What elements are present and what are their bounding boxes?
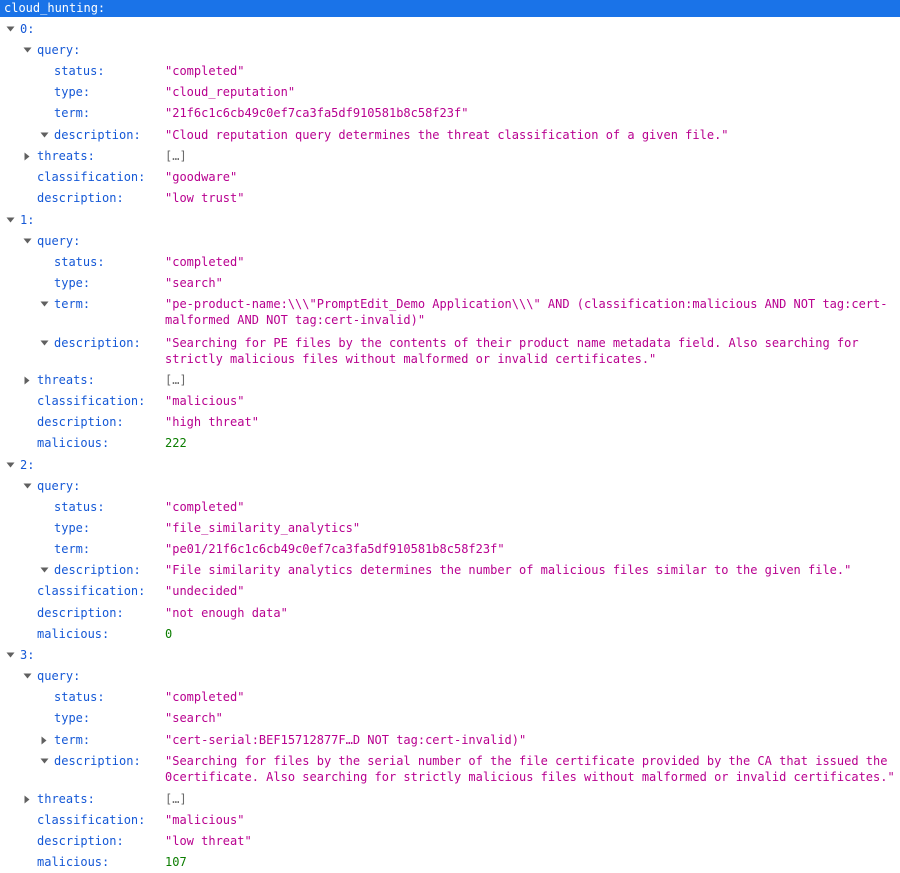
item-2-classification-key: classification: <box>37 584 146 598</box>
item-3-description-key: description: <box>37 834 124 848</box>
item-1-description-value: "high threat" <box>165 415 259 429</box>
item-1-classification-value: "malicious" <box>165 394 245 408</box>
item-1-malicious-value: 222 <box>165 436 187 450</box>
expanded-arrow-icon[interactable] <box>23 42 33 58</box>
item-3-malicious-value: 107 <box>165 855 187 869</box>
item-2-term-key: term: <box>54 542 91 556</box>
expanded-arrow-icon[interactable] <box>6 647 16 663</box>
expanded-arrow-icon[interactable] <box>40 562 50 578</box>
item-1-key: 1: <box>20 213 35 227</box>
item-1-term-value: "pe-product-name:\\\"PromptEdit_Demo App… <box>165 297 888 327</box>
expanded-arrow-icon[interactable] <box>6 212 16 228</box>
item-0-classification-value: "goodware" <box>165 170 238 184</box>
item-3-term-value: "cert-serial:BEF15712877F…D NOT tag:cert… <box>165 733 527 747</box>
item-1-threats-key: threats: <box>37 373 95 387</box>
collapsed-arrow-icon[interactable] <box>23 148 33 164</box>
item-3-query-description-value: "Searching for files by the serial numbe… <box>165 754 895 784</box>
item-0-status-key: status: <box>54 64 105 78</box>
item-0-query-description-key: description: <box>54 128 141 142</box>
item-1-query-description-key: description: <box>54 336 141 350</box>
item-0-query-key: query: <box>37 43 81 57</box>
item-3-term-key: term: <box>54 733 91 747</box>
item-3-key: 3: <box>20 648 35 662</box>
item-0-key: 0: <box>20 22 35 36</box>
item-0-term-key: term: <box>54 106 91 120</box>
expanded-arrow-icon[interactable] <box>40 335 50 351</box>
item-3-description-value: "low threat" <box>165 834 252 848</box>
item-3-threats-key: threats: <box>37 792 95 806</box>
expanded-arrow-icon[interactable] <box>23 478 33 494</box>
item-1-type-key: type: <box>54 276 91 290</box>
item-2-classification-value: "undecided" <box>165 584 245 598</box>
item-2-description-key: description: <box>37 606 124 620</box>
item-1-term-key: term: <box>54 297 91 311</box>
item-1-type-value: "search" <box>165 276 223 290</box>
item-1-classification-key: classification: <box>37 394 146 408</box>
item-3-status-key: status: <box>54 690 105 704</box>
collapsed-arrow-icon[interactable] <box>23 791 33 807</box>
item-0-status-value: "completed" <box>165 64 245 78</box>
item-1-status-key: status: <box>54 255 105 269</box>
item-3-threats-value[interactable]: […] <box>165 791 900 807</box>
item-0-description-value: "low trust" <box>165 191 245 205</box>
item-2-malicious-value: 0 <box>165 627 173 641</box>
collapsed-arrow-icon[interactable] <box>40 732 50 748</box>
item-2-description-value: "not enough data" <box>165 606 288 620</box>
item-1-query-description-value: "Searching for PE files by the contents … <box>165 336 859 366</box>
item-3-status-value: "completed" <box>165 690 245 704</box>
item-1-description-key: description: <box>37 415 124 429</box>
item-2-query-description-key: description: <box>54 563 141 577</box>
expanded-arrow-icon[interactable] <box>6 21 16 37</box>
item-0-term-value: "21f6c1c6cb49c0ef7ca3fa5df910581b8c58f23… <box>165 106 469 120</box>
collapsed-arrow-icon[interactable] <box>23 372 33 388</box>
item-2-type-key: type: <box>54 521 91 535</box>
item-1-malicious-key: malicious: <box>37 436 110 450</box>
item-3-classification-value: "malicious" <box>165 813 245 827</box>
item-2-type-value: "file_similarity_analytics" <box>165 521 361 535</box>
expanded-arrow-icon[interactable] <box>23 668 33 684</box>
item-1-status-value: "completed" <box>165 255 245 269</box>
item-0-type-value: "cloud_reputation" <box>165 85 296 99</box>
item-0-threats-key: threats: <box>37 149 95 163</box>
item-3-type-key: type: <box>54 711 91 725</box>
item-2-query-description-value: "File similarity analytics determines th… <box>165 563 852 577</box>
expanded-arrow-icon[interactable] <box>40 296 50 312</box>
item-0-threats-value[interactable]: […] <box>165 148 900 164</box>
item-0-classification-key: classification: <box>37 170 146 184</box>
item-0-query-description-value: "Cloud reputation query determines the t… <box>165 128 729 142</box>
item-2-status-key: status: <box>54 500 105 514</box>
item-0-type-key: type: <box>54 85 91 99</box>
item-2-term-value: "pe01/21f6c1c6cb49c0ef7ca3fa5df910581b8c… <box>165 542 505 556</box>
item-3-query-key: query: <box>37 669 81 683</box>
item-1-threats-value[interactable]: […] <box>165 372 900 388</box>
item-2-status-value: "completed" <box>165 500 245 514</box>
expanded-arrow-icon[interactable] <box>40 753 50 769</box>
item-0-description-key: description: <box>37 191 124 205</box>
item-2-query-key: query: <box>37 479 81 493</box>
item-2-malicious-key: malicious: <box>37 627 110 641</box>
expanded-arrow-icon[interactable] <box>40 127 50 143</box>
item-1-query-key: query: <box>37 234 81 248</box>
expanded-arrow-icon[interactable] <box>23 233 33 249</box>
item-3-query-description-key: description: <box>54 754 141 768</box>
item-3-classification-key: classification: <box>37 813 146 827</box>
item-2-key: 2: <box>20 458 35 472</box>
root-key-header[interactable]: cloud_hunting: <box>0 0 900 17</box>
item-3-malicious-key: malicious: <box>37 855 110 869</box>
expanded-arrow-icon[interactable] <box>6 457 16 473</box>
item-3-type-value: "search" <box>165 711 223 725</box>
